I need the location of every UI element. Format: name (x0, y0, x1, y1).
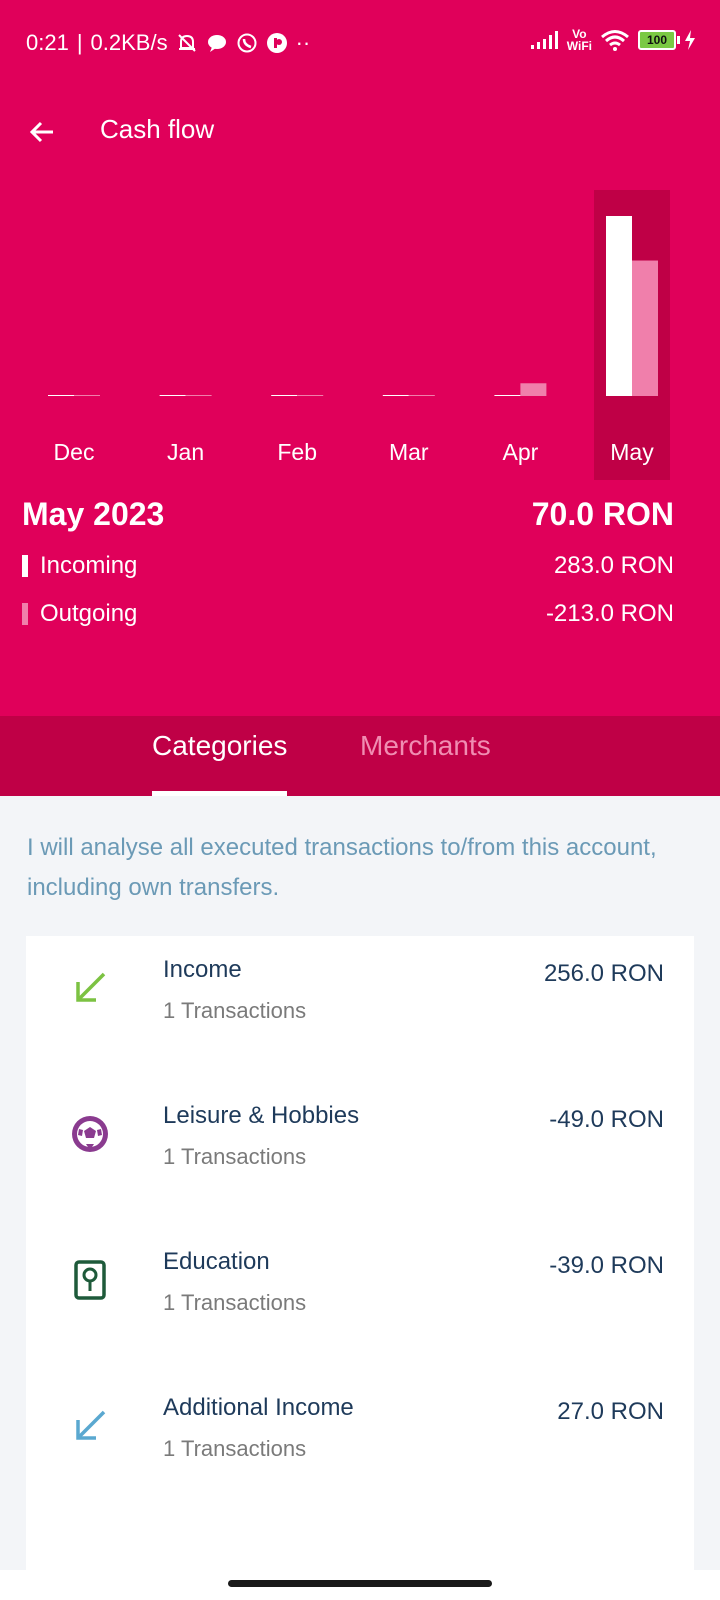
system-nav-bar (0, 1570, 720, 1600)
incoming-legend: Incoming (22, 552, 137, 580)
battery-icon: 100 (638, 30, 680, 50)
vowifi-bottom-text: WiFi (566, 39, 592, 53)
vowifi-icon: Vo WiFi (567, 28, 592, 52)
month-tick-label: Mar (388, 439, 429, 465)
month-column-jan[interactable]: Jan (148, 190, 224, 480)
soccer-ball-icon (72, 1116, 108, 1152)
clock: 0:21 (26, 30, 69, 55)
tab-categories[interactable]: Categories (152, 730, 288, 796)
month-tick-label: Apr (502, 439, 539, 465)
analysis-description: I will analyse all executed transactions… (27, 834, 657, 901)
charging-icon (685, 30, 695, 50)
incoming-swatch (22, 555, 28, 577)
arrow-left-icon (29, 121, 53, 143)
tab-merchants-label: Merchants (360, 730, 491, 761)
outgoing-swatch (22, 603, 28, 625)
category-name: Additional Income (163, 1394, 354, 1421)
category-list: Income 1 Transactions 256.0 RON Leisure … (26, 936, 694, 1576)
transaction-count: 1 Transactions (163, 1290, 307, 1315)
cash-flow-chart: Dec Jan Feb Mar Apr May (0, 190, 720, 480)
tab-bar: Categories Merchants (0, 716, 720, 796)
status-bar: 0:21 | 0.2KB/s ·· Vo WiFi 100 (0, 0, 720, 90)
arrow-down-left-icon (76, 972, 106, 1002)
month-tick-label: May (610, 439, 654, 465)
home-indicator[interactable] (228, 1580, 492, 1587)
app-notification-icon (266, 33, 287, 53)
arrow-down-left-icon (76, 1410, 106, 1440)
active-tab-indicator (152, 791, 288, 796)
more-notifications-icon: ·· (295, 30, 311, 55)
list-item-additional-income[interactable]: Additional Income 1 Transactions 27.0 RO… (26, 1374, 694, 1522)
tab-merchants[interactable]: Merchants (360, 730, 491, 796)
back-button[interactable] (20, 110, 64, 154)
category-amount: 256.0 RON (543, 960, 664, 987)
category-name: Income (163, 956, 242, 983)
network-speed: 0.2KB/s (90, 30, 168, 55)
signal-icon (530, 31, 558, 49)
page-title: Cash flow (100, 114, 215, 144)
month-tick-label: Feb (277, 439, 317, 465)
net-amount: 70.0 RON (531, 496, 674, 532)
month-column-feb[interactable]: Feb (259, 190, 335, 480)
month-column-apr[interactable]: Apr (482, 190, 558, 480)
outgoing-amount: -213.0 RON (545, 600, 674, 627)
category-amount: 27.0 RON (557, 1398, 664, 1425)
month-column-may[interactable]: May (594, 190, 670, 480)
list-item-leisure-hobbies[interactable]: Leisure & Hobbies 1 Transactions -49.0 R… (26, 1082, 694, 1230)
transaction-count: 1 Transactions (163, 998, 307, 1023)
month-tick-label: Dec (53, 439, 95, 465)
wifi-icon (601, 30, 629, 51)
app-bar: Cash flow (0, 100, 720, 160)
certificate-icon (74, 1260, 106, 1300)
transaction-count: 1 Transactions (163, 1436, 307, 1461)
category-name: Education (163, 1248, 270, 1275)
incoming-amount: 283.0 RON (553, 552, 674, 579)
period-label: May 2023 (22, 496, 165, 532)
category-amount: -49.0 RON (549, 1106, 664, 1133)
muted-bell-icon (177, 34, 196, 52)
list-item-income[interactable]: Income 1 Transactions 256.0 RON (26, 936, 694, 1084)
incoming-label: Incoming (40, 552, 138, 579)
list-item-education[interactable]: Education 1 Transactions -39.0 RON (26, 1228, 694, 1376)
category-name: Leisure & Hobbies (163, 1102, 360, 1129)
transaction-count: 1 Transactions (163, 1144, 307, 1169)
month-column-mar[interactable]: Mar (371, 190, 447, 480)
whatsapp-icon (237, 33, 257, 53)
tab-categories-label: Categories (152, 730, 288, 761)
chat-bubble-icon (207, 35, 226, 52)
category-amount: -39.0 RON (549, 1252, 664, 1279)
cash-flow-header-panel: 0:21 | 0.2KB/s ·· Vo WiFi 100 Cash flow … (0, 0, 720, 716)
month-tick-label: Jan (167, 439, 205, 465)
month-column-dec[interactable]: Dec (36, 190, 112, 480)
outgoing-legend: Outgoing (22, 600, 137, 628)
status-separator: | (76, 30, 83, 55)
outgoing-label: Outgoing (40, 600, 138, 627)
